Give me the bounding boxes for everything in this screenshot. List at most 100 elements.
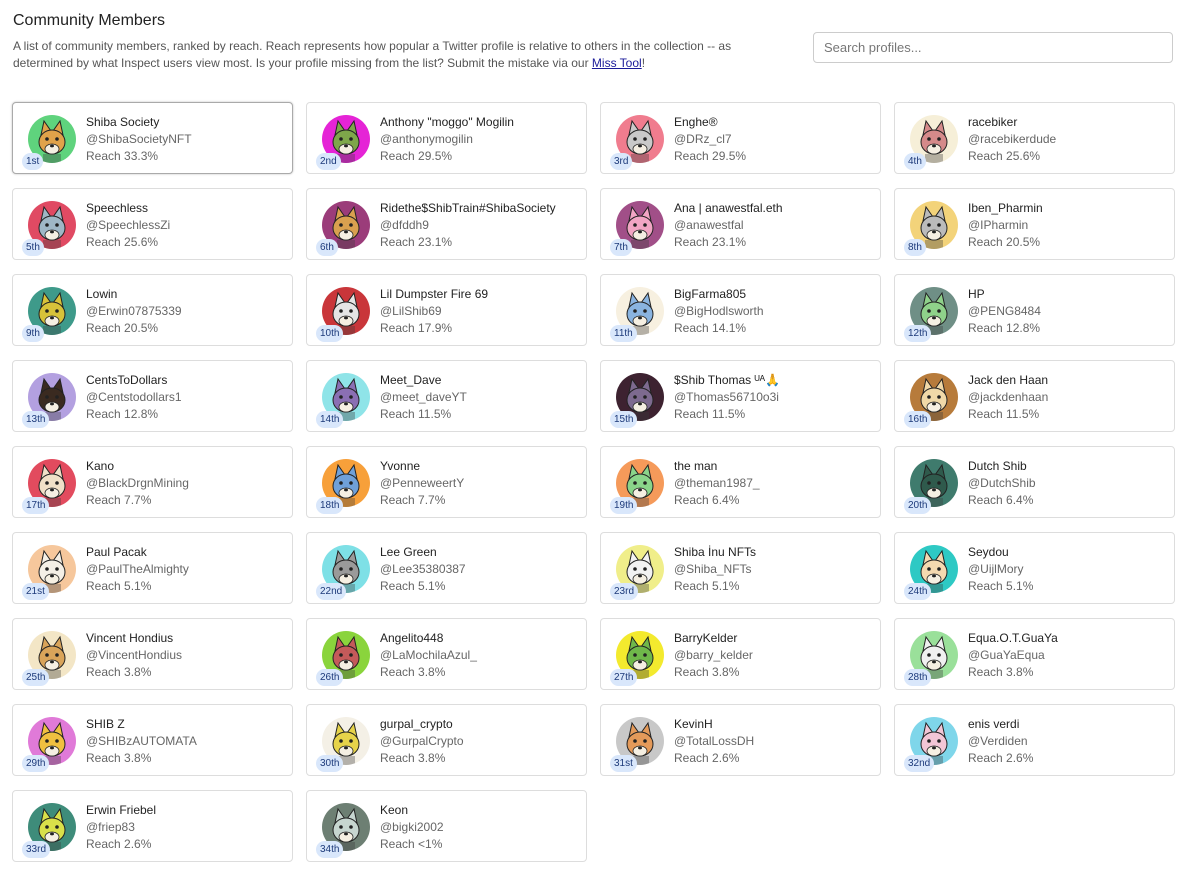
member-handle: @BigHodlsworth [674, 304, 764, 318]
rank-badge: 8th [904, 239, 926, 256]
member-card[interactable]: 16th Jack den Haan @jackdenhaan Reach 11.5% [894, 360, 1175, 432]
member-handle: @bigki2002 [380, 820, 444, 834]
member-card[interactable]: 31st KevinH @TotalLossDH Reach 2.6% [600, 704, 881, 776]
member-reach: Reach <1% [380, 837, 443, 851]
member-reach: Reach 11.5% [674, 407, 746, 421]
rank-badge: 1st [22, 153, 44, 170]
member-name: Ridethe$ShibTrain#ShibaSociety [380, 201, 556, 215]
member-card[interactable]: 3rd Enghe® @DRz_cl7 Reach 29.5% [600, 102, 881, 174]
member-card[interactable]: 29th SHIB Z @SHIBzAUTOMATA Reach 3.8% [12, 704, 293, 776]
member-handle: @jackdenhaan [968, 390, 1049, 404]
member-card[interactable]: 5th Speechless @SpeechlessZi Reach 25.6% [12, 188, 293, 260]
rank-badge: 17th [22, 497, 50, 514]
member-card[interactable]: 25th Vincent Hondius @VincentHondius Reach … [12, 618, 293, 690]
page-description: A list of community members, ranked by r… [13, 38, 773, 72]
rank-badge: 31st [610, 755, 637, 772]
member-card[interactable]: 6th Ridethe$ShibTrain#ShibaSociety @dfddh9… [306, 188, 587, 260]
member-info: Kano @BlackDrgnMining Reach 7.7% [86, 458, 286, 509]
member-name: Paul Pacak [86, 545, 147, 559]
member-card[interactable]: 18th Yvonne @PenneweertY Reach 7.7% [306, 446, 587, 518]
member-handle: @UijlMory [968, 562, 1024, 576]
member-card[interactable]: 32nd enis verdi @Verdiden Reach 2.6% [894, 704, 1175, 776]
member-name: BigFarma805 [674, 287, 747, 301]
member-card[interactable]: 33rd Erwin Friebel @friep83 Reach 2.6% [12, 790, 293, 862]
member-info: Erwin Friebel @friep83 Reach 2.6% [86, 802, 286, 853]
page-header: Community Members A list of community me… [13, 10, 1178, 90]
member-reach: Reach 3.8% [968, 665, 1034, 679]
rank-badge: 5th [22, 239, 44, 256]
member-card[interactable]: 23rd Shiba İnu NFTs @Shiba_NFTs Reach 5.1% [600, 532, 881, 604]
member-card[interactable]: 27th BarryKelder @barry_kelder Reach 3.8% [600, 618, 881, 690]
member-reach: Reach 12.8% [86, 407, 159, 421]
member-card[interactable]: 34th Keon @bigki2002 Reach <1% [306, 790, 587, 862]
member-card[interactable]: 22nd Lee Green @Lee35380387 Reach 5.1% [306, 532, 587, 604]
rank-badge: 28th [904, 669, 932, 686]
rank-badge: 24th [904, 583, 932, 600]
member-info: enis verdi @Verdiden Reach 2.6% [968, 716, 1168, 767]
member-card[interactable]: 7th Ana | anawestfal.eth @anawestfal Reach … [600, 188, 881, 260]
member-card[interactable]: 10th Lil Dumpster Fire 69 @LilShib69 Reach … [306, 274, 587, 346]
rank-badge: 30th [316, 755, 344, 772]
member-info: KevinH @TotalLossDH Reach 2.6% [674, 716, 874, 767]
member-info: SHIB Z @SHIBzAUTOMATA Reach 3.8% [86, 716, 286, 767]
rank-badge: 14th [316, 411, 344, 428]
member-card[interactable]: 30th gurpal_crypto @GurpalCrypto Reach 3.8% [306, 704, 587, 776]
member-card[interactable]: 4th racebiker @racebikerdude Reach 25.6% [894, 102, 1175, 174]
member-reach: Reach 33.3% [86, 149, 159, 163]
member-reach: Reach 2.6% [674, 751, 740, 765]
member-reach: Reach 6.4% [674, 493, 740, 507]
member-handle: @Verdiden [968, 734, 1028, 748]
member-name: gurpal_crypto [380, 717, 453, 731]
member-name: Kano [86, 459, 115, 473]
member-handle: @friep83 [86, 820, 135, 834]
member-info: Lil Dumpster Fire 69 @LilShib69 Reach 17.9… [380, 286, 580, 337]
member-info: racebiker @racebikerdude Reach 25.6% [968, 114, 1168, 165]
description-end: ! [641, 56, 646, 70]
miss-tool-link[interactable]: Miss Tool [592, 56, 642, 70]
member-card[interactable]: 15th $Shib Thomas ᵁᴬ🙏 @Thomas56710o3i Reach… [600, 360, 881, 432]
rank-badge: 33rd [22, 841, 51, 858]
search-input[interactable] [813, 32, 1173, 63]
member-handle: @DutchShib [968, 476, 1036, 490]
rank-badge: 3rd [610, 153, 633, 170]
member-reach: Reach 11.5% [968, 407, 1040, 421]
member-card[interactable]: 20th Dutch Shib @DutchShib Reach 6.4% [894, 446, 1175, 518]
member-card[interactable]: 19th the man @theman1987_ Reach 6.4% [600, 446, 881, 518]
rank-badge: 4th [904, 153, 926, 170]
rank-badge: 19th [610, 497, 638, 514]
member-info: Seydou @UijlMory Reach 5.1% [968, 544, 1168, 595]
member-reach: Reach 5.1% [674, 579, 740, 593]
member-info: Equa.O.T.GuaYa @GuaYaEqua Reach 3.8% [968, 630, 1168, 681]
member-name: CentsToDollars [86, 373, 168, 387]
rank-badge: 18th [316, 497, 344, 514]
member-card[interactable]: 2nd Anthony "moggo" Mogilin @anthonymogili… [306, 102, 587, 174]
rank-badge: 26th [316, 669, 344, 686]
member-card[interactable]: 9th Lowin @Erwin07875339 Reach 20.5% [12, 274, 293, 346]
page-title: Community Members [13, 12, 166, 29]
member-name: $Shib Thomas ᵁᴬ🙏 [674, 373, 781, 387]
member-card[interactable]: 17th Kano @BlackDrgnMining Reach 7.7% [12, 446, 293, 518]
member-handle: @IPharmin [968, 218, 1029, 232]
member-reach: Reach 6.4% [968, 493, 1034, 507]
member-card[interactable]: 21st Paul Pacak @PaulTheAlmighty Reach 5.1% [12, 532, 293, 604]
member-card[interactable]: 26th Angelito448 @LaMochilaAzul_ Reach 3.8% [306, 618, 587, 690]
member-name: Lil Dumpster Fire 69 [380, 287, 489, 301]
member-card[interactable]: 28th Equa.O.T.GuaYa @GuaYaEqua Reach 3.8% [894, 618, 1175, 690]
member-reach: Reach 25.6% [86, 235, 159, 249]
member-card[interactable]: 14th Meet_Dave @meet_daveYT Reach 11.5% [306, 360, 587, 432]
member-card[interactable]: 13th CentsToDollars @Centstodollars1 Reach … [12, 360, 293, 432]
member-reach: Reach 7.7% [380, 493, 446, 507]
member-card[interactable]: 24th Seydou @UijlMory Reach 5.1% [894, 532, 1175, 604]
member-reach: Reach 2.6% [968, 751, 1034, 765]
member-card[interactable]: 12th HP @PENG8484 Reach 12.8% [894, 274, 1175, 346]
member-card[interactable]: 11th BigFarma805 @BigHodlsworth Reach 14.1% [600, 274, 881, 346]
member-handle: @dfddh9 [380, 218, 429, 232]
member-handle: @GuaYaEqua [968, 648, 1045, 662]
member-card[interactable]: 1st Shiba Society @ShibaSocietyNFT Reach 33… [12, 102, 293, 174]
member-info: Iben_Pharmin @IPharmin Reach 20.5% [968, 200, 1168, 251]
member-reach: Reach 12.8% [968, 321, 1041, 335]
member-reach: Reach 29.5% [674, 149, 747, 163]
member-card[interactable]: 8th Iben_Pharmin @IPharmin Reach 20.5% [894, 188, 1175, 260]
member-info: Meet_Dave @meet_daveYT Reach 11.5% [380, 372, 580, 423]
member-name: Iben_Pharmin [968, 201, 1043, 215]
